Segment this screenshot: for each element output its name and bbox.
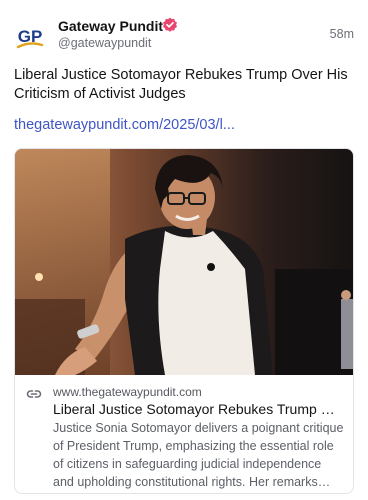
link-preview-card[interactable]: www.thegatewaypundit.com Liberal Justice… (14, 148, 354, 494)
post-timestamp[interactable]: 58m (330, 27, 354, 41)
social-post[interactable]: GP Gateway Pundit @gatewaypundit 58m Lib… (0, 0, 368, 500)
post-link[interactable]: thegatewaypundit.com/2025/03/l... (14, 117, 235, 133)
avatar[interactable]: GP (12, 18, 48, 54)
card-description: Justice Sonia Sotomayor delivers a poign… (53, 421, 344, 489)
post-text: Liberal Justice Sotomayor Rebukes Trump … (14, 67, 348, 102)
card-image[interactable] (15, 149, 353, 375)
post-header: GP Gateway Pundit @gatewaypundit 58m (0, 0, 368, 62)
author-handle[interactable]: @gatewaypundit (58, 36, 151, 50)
chain-link-icon (26, 387, 42, 399)
card-body: www.thegatewaypundit.com Liberal Justice… (15, 375, 353, 493)
author-name[interactable]: Gateway Pundit (58, 18, 163, 34)
verified-badge-icon (162, 17, 178, 33)
card-title[interactable]: Liberal Justice Sotomayor Rebukes Trump … (53, 401, 345, 417)
card-domain: www.thegatewaypundit.com (53, 385, 202, 399)
